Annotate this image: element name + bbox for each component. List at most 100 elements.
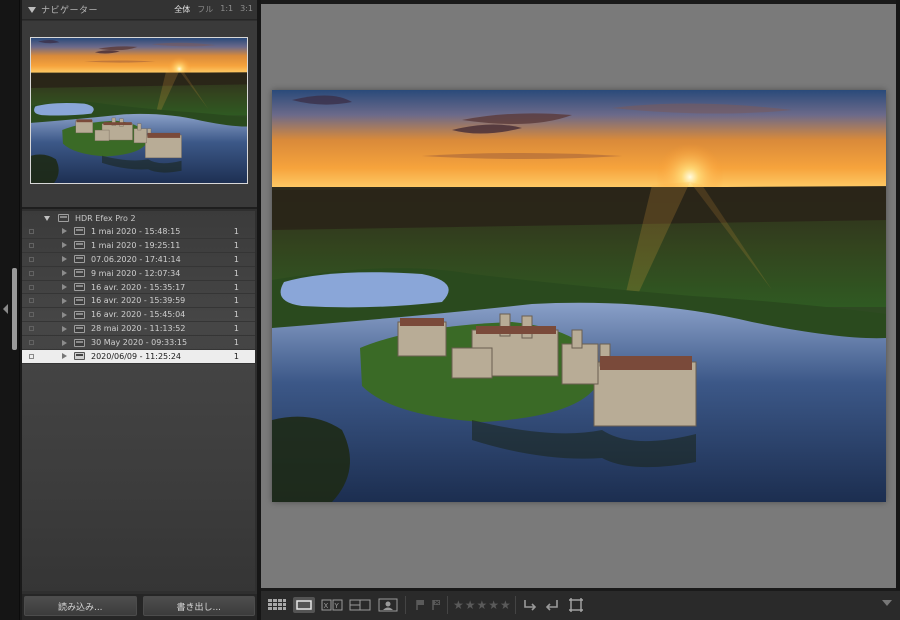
- main-photo[interactable]: [272, 90, 886, 502]
- collection-row[interactable]: 1 mai 2020 - 15:48:15 1: [22, 225, 255, 239]
- collection-set-label: HDR Efex Pro 2: [75, 213, 136, 223]
- expand-triangle-icon[interactable]: [44, 215, 50, 221]
- collection-row[interactable]: 9 mai 2020 - 12:07:34 1: [22, 267, 255, 281]
- collection-icon: [74, 352, 85, 361]
- import-button[interactable]: 読み込み...: [24, 596, 137, 616]
- collection-label: 28 mai 2020 - 11:13:52: [91, 324, 186, 334]
- rotate-right-icon[interactable]: [543, 597, 561, 613]
- collection-checkbox[interactable]: [29, 270, 34, 276]
- collection-row[interactable]: 16 avr. 2020 - 15:39:59 1: [22, 294, 255, 309]
- collection-icon: [74, 338, 85, 347]
- expand-triangle-icon[interactable]: [62, 256, 67, 263]
- expand-triangle-icon[interactable]: [62, 228, 67, 235]
- collection-label: 16 avr. 2020 - 15:39:59: [91, 296, 186, 306]
- navigator-title: ナビゲーター: [41, 6, 99, 16]
- navigator-header[interactable]: ナビゲーター 全体 フル 1:1 3:1: [22, 0, 257, 20]
- collection-checkbox[interactable]: [29, 353, 34, 359]
- svg-text:X: X: [324, 602, 329, 610]
- collection-row[interactable]: 2020/06/09 - 11:25:24 1: [22, 350, 255, 364]
- collection-icon: [74, 310, 85, 319]
- collection-set-icon: [58, 214, 69, 222]
- toolbar-divider: [405, 596, 406, 614]
- export-button[interactable]: 書き出し...: [142, 596, 255, 616]
- collection-row[interactable]: 28 mai 2020 - 11:13:52 1: [22, 322, 255, 337]
- navigator-preview-area: [22, 21, 257, 209]
- collection-checkbox[interactable]: [29, 284, 34, 290]
- survey-view-icon[interactable]: [349, 597, 371, 613]
- collection-count: 1: [233, 226, 239, 236]
- loupe-view: [261, 4, 896, 588]
- collection-icon: [74, 324, 85, 333]
- svg-text:Y: Y: [334, 602, 340, 610]
- zoom-fill[interactable]: フル: [197, 4, 213, 15]
- rotate-left-icon[interactable]: [521, 597, 539, 613]
- collection-row[interactable]: 30 May 2020 - 09:33:15 1: [22, 336, 255, 351]
- people-view-icon[interactable]: [377, 597, 399, 613]
- collection-row[interactable]: 07.06.2020 - 17:41:14 1: [22, 253, 255, 267]
- compare-view-icon[interactable]: XY: [321, 597, 343, 613]
- collection-list: HDR Efex Pro 2 1 mai 2020 - 15:48:15 1 1 m…: [22, 211, 255, 591]
- collection-checkbox[interactable]: [29, 312, 34, 318]
- collection-row[interactable]: 16 avr. 2020 - 15:35:17 1: [22, 281, 255, 295]
- crop-overlay-icon[interactable]: [567, 597, 585, 613]
- zoom-custom[interactable]: 3:1: [240, 4, 253, 15]
- expand-triangle-icon[interactable]: [62, 311, 67, 318]
- collection-row[interactable]: 16 avr. 2020 - 15:45:04 1: [22, 308, 255, 323]
- collection-icon: [74, 227, 85, 236]
- collection-label: 30 May 2020 - 09:33:15: [91, 338, 188, 348]
- collection-label: 2020/06/09 - 11:25:24: [91, 351, 182, 361]
- left-edge-strip: [0, 0, 20, 620]
- flag-reject-icon[interactable]: [429, 597, 443, 613]
- collection-count: 1: [233, 310, 239, 320]
- collection-icon: [74, 269, 85, 278]
- expand-triangle-icon[interactable]: [62, 284, 67, 290]
- collection-label: 16 avr. 2020 - 15:45:04: [91, 310, 186, 320]
- left-panel: ナビゲーター 全体 フル 1:1 3:1 HDR Efex Pro 2 1 ma…: [22, 0, 257, 620]
- grid-view-icon[interactable]: [267, 597, 287, 613]
- expand-triangle-icon[interactable]: [62, 353, 67, 360]
- collection-label: 07.06.2020 - 17:41:14: [91, 254, 181, 264]
- navigator-thumbnail[interactable]: [30, 37, 248, 184]
- zoom-1-1[interactable]: 1:1: [220, 4, 233, 15]
- panel-scroll-handle[interactable]: [12, 268, 17, 350]
- collection-checkbox[interactable]: [29, 326, 34, 332]
- collection-count: 1: [233, 268, 239, 278]
- expand-triangle-icon[interactable]: [62, 270, 67, 277]
- flag-pick-icon[interactable]: [413, 597, 427, 613]
- right-edge-strip: [896, 0, 900, 620]
- collection-count: 1: [233, 351, 239, 361]
- zoom-fit[interactable]: 全体: [174, 4, 190, 15]
- collection-icon: [74, 283, 85, 291]
- expand-triangle-icon[interactable]: [62, 339, 67, 346]
- toolbar-divider: [515, 596, 516, 614]
- collection-icon: [74, 255, 85, 264]
- disclosure-triangle-icon[interactable]: [28, 6, 36, 13]
- collection-checkbox[interactable]: [29, 298, 34, 304]
- expand-triangle-icon[interactable]: [62, 297, 67, 304]
- expand-triangle-icon[interactable]: [62, 242, 67, 249]
- collection-count: 1: [233, 254, 239, 264]
- collection-label: 16 avr. 2020 - 15:35:17: [91, 282, 186, 292]
- collection-count: 1: [233, 240, 239, 250]
- collection-count: 1: [233, 324, 239, 334]
- collection-row[interactable]: 1 mai 2020 - 19:25:11 1: [22, 239, 255, 253]
- collection-label: 1 mai 2020 - 19:25:11: [91, 240, 181, 250]
- collection-checkbox[interactable]: [29, 256, 34, 262]
- loupe-view-icon[interactable]: [293, 597, 315, 613]
- navigator-zoom-options: 全体 フル 1:1 3:1: [174, 4, 253, 15]
- collection-icon: [74, 241, 85, 250]
- collection-checkbox[interactable]: [29, 242, 34, 248]
- toolbar-divider: [447, 596, 448, 614]
- collection-label: 1 mai 2020 - 15:48:15: [91, 226, 181, 236]
- star-rating[interactable]: ★★★★★: [453, 598, 512, 612]
- collection-count: 1: [233, 282, 239, 292]
- collection-checkbox[interactable]: [29, 228, 34, 234]
- collection-count: 1: [233, 338, 239, 348]
- collection-checkbox[interactable]: [29, 340, 34, 346]
- panel-buttons: 読み込み... 書き出し...: [22, 594, 257, 620]
- collection-set-hdr[interactable]: HDR Efex Pro 2: [22, 211, 255, 225]
- expand-triangle-icon[interactable]: [62, 325, 67, 332]
- toolbar-options-chevron-icon[interactable]: [882, 600, 892, 606]
- collection-icon: [74, 296, 85, 305]
- collapse-left-panel-icon[interactable]: [3, 304, 8, 314]
